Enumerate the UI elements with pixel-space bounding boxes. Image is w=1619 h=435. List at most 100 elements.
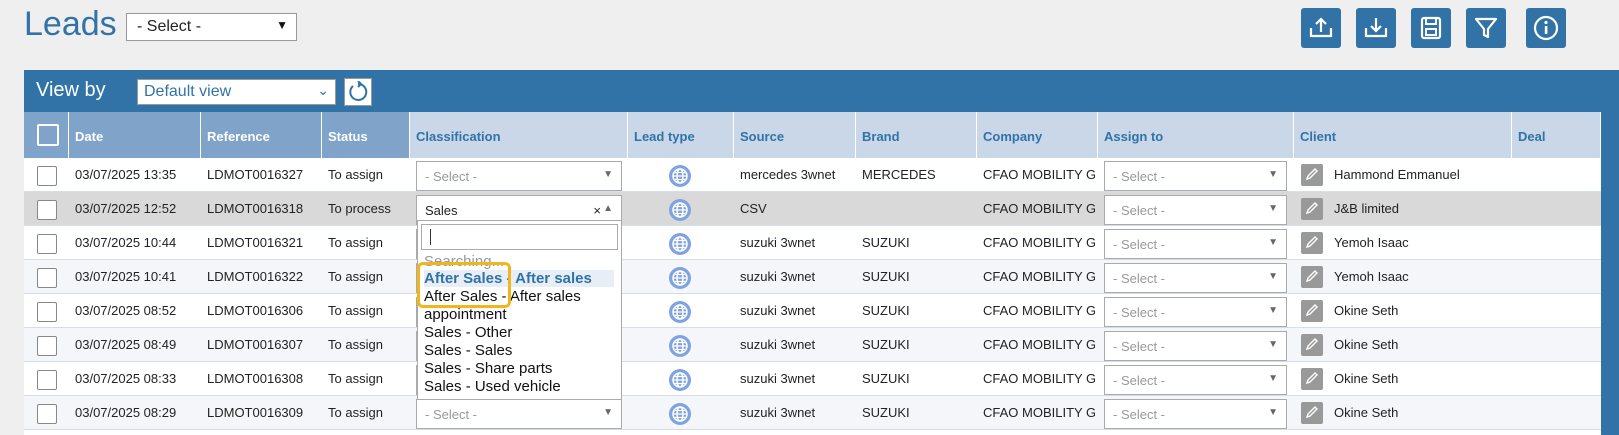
edit-client-button[interactable] bbox=[1301, 232, 1323, 254]
row-checkbox[interactable] bbox=[37, 404, 57, 424]
table-row[interactable]: 03/07/2025 08:33 LDMOT0016308 To assign ▼ su… bbox=[24, 362, 1601, 396]
edit-client-button[interactable] bbox=[1301, 266, 1323, 288]
dropdown-option[interactable]: Sales - Other bbox=[424, 324, 512, 341]
assign-to-select[interactable]: - Select - ▼ bbox=[1104, 399, 1287, 429]
assign-to-select[interactable]: - Select - ▼ bbox=[1104, 263, 1287, 293]
table-scrollbar[interactable] bbox=[1603, 112, 1619, 435]
classification-value: Sales bbox=[425, 203, 458, 218]
table-row[interactable]: 03/07/2025 08:29 LDMOT0016309 To assign - S… bbox=[24, 396, 1601, 430]
pencil-icon bbox=[1305, 337, 1319, 354]
select-all-header[interactable] bbox=[24, 112, 69, 158]
refresh-view-button[interactable] bbox=[344, 78, 372, 106]
assign-to-select[interactable]: - Select - ▼ bbox=[1104, 297, 1287, 327]
table-row[interactable]: 03/07/2025 12:52 LDMOT0016318 To process Sa… bbox=[24, 192, 1601, 226]
globe-icon[interactable] bbox=[668, 198, 692, 222]
globe-icon[interactable] bbox=[668, 402, 692, 426]
col-date[interactable]: Date bbox=[69, 112, 201, 158]
classification-select[interactable]: - Select - ▼ bbox=[416, 161, 622, 191]
globe-icon[interactable] bbox=[668, 368, 692, 392]
view-by-label: View by bbox=[36, 79, 106, 101]
upload-button[interactable] bbox=[1301, 8, 1341, 48]
globe-icon[interactable] bbox=[668, 164, 692, 188]
assign-to-select[interactable]: - Select - ▼ bbox=[1104, 161, 1287, 191]
assign-to-value: - Select - bbox=[1113, 237, 1166, 252]
classification-value: - Select - bbox=[425, 169, 478, 184]
caret-down-icon: ▼ bbox=[1268, 203, 1278, 214]
dropdown-option-continuation[interactable]: appointment bbox=[424, 306, 507, 323]
assign-to-select[interactable]: - Select - ▼ bbox=[1104, 331, 1287, 361]
col-lead-type[interactable]: Lead type bbox=[628, 112, 734, 158]
cell-reference[interactable]: LDMOT0016327 bbox=[201, 158, 322, 192]
cell-company: CFAO MOBILITY GI bbox=[983, 303, 1095, 318]
table-row[interactable]: 03/07/2025 10:41 LDMOT0016322 To assign ▼ su… bbox=[24, 260, 1601, 294]
classification-dropdown: Searching... After Sales - After sales A… bbox=[417, 220, 622, 400]
leads-table: Date Reference Status Classification Lea… bbox=[24, 112, 1601, 435]
cell-source: suzuki 3wnet bbox=[740, 303, 816, 318]
assign-to-select[interactable]: - Select - ▼ bbox=[1104, 365, 1287, 395]
row-checkbox[interactable] bbox=[37, 336, 57, 356]
edit-client-button[interactable] bbox=[1301, 368, 1323, 390]
info-button[interactable] bbox=[1526, 8, 1566, 48]
globe-icon[interactable] bbox=[668, 334, 692, 358]
col-assign-to[interactable]: Assign to bbox=[1098, 112, 1294, 158]
row-checkbox[interactable] bbox=[37, 268, 57, 288]
dropdown-option[interactable]: Sales - Used vehicle bbox=[424, 378, 561, 395]
col-classification[interactable]: Classification bbox=[410, 112, 628, 158]
row-checkbox[interactable] bbox=[37, 370, 57, 390]
cell-date: 03/07/2025 10:44 bbox=[75, 235, 177, 250]
row-checkbox[interactable] bbox=[37, 234, 57, 254]
assign-to-value: - Select - bbox=[1113, 407, 1166, 422]
globe-icon[interactable] bbox=[668, 300, 692, 324]
classification-search-input[interactable] bbox=[421, 224, 618, 250]
cell-reference[interactable]: LDMOT0016309 bbox=[201, 396, 322, 430]
col-brand[interactable]: Brand bbox=[856, 112, 977, 158]
table-row[interactable]: 03/07/2025 08:49 LDMOT0016307 To assign ▼ su… bbox=[24, 328, 1601, 362]
globe-icon[interactable] bbox=[668, 266, 692, 290]
col-status[interactable]: Status bbox=[322, 112, 410, 158]
lead-filter-select[interactable]: - Select - ▼ bbox=[126, 13, 297, 41]
col-reference[interactable]: Reference bbox=[201, 112, 322, 158]
clear-icon[interactable]: × bbox=[593, 203, 601, 218]
col-company[interactable]: Company bbox=[977, 112, 1098, 158]
col-client[interactable]: Client bbox=[1294, 112, 1512, 158]
table-row[interactable]: 03/07/2025 10:44 LDMOT0016321 To assign ▼ su… bbox=[24, 226, 1601, 260]
cell-client: Okine Seth bbox=[1334, 337, 1399, 352]
col-deal[interactable]: Deal bbox=[1512, 112, 1601, 158]
assign-to-select[interactable]: - Select - ▼ bbox=[1104, 195, 1287, 225]
assign-to-select[interactable]: - Select - ▼ bbox=[1104, 229, 1287, 259]
classification-select[interactable]: - Select - ▼ bbox=[416, 399, 622, 429]
save-button[interactable] bbox=[1411, 8, 1451, 48]
row-checkbox[interactable] bbox=[37, 200, 57, 220]
edit-client-button[interactable] bbox=[1301, 402, 1323, 424]
cell-brand: SUZUKI bbox=[862, 405, 910, 420]
edit-client-button[interactable] bbox=[1301, 300, 1323, 322]
filter-button[interactable] bbox=[1466, 8, 1506, 48]
pencil-icon bbox=[1305, 371, 1319, 388]
cell-reference[interactable]: LDMOT0016322 bbox=[201, 260, 322, 294]
cell-reference[interactable]: LDMOT0016321 bbox=[201, 226, 322, 260]
select-all-checkbox[interactable] bbox=[37, 124, 59, 146]
save-icon bbox=[1420, 16, 1442, 40]
caret-down-icon: ▼ bbox=[1268, 305, 1278, 316]
globe-icon[interactable] bbox=[668, 232, 692, 256]
dropdown-option[interactable]: Sales - Share parts bbox=[424, 360, 552, 377]
leads-panel: View by Default view ⌄ Date Reference St… bbox=[24, 70, 1619, 435]
cell-reference[interactable]: LDMOT0016308 bbox=[201, 362, 322, 396]
cell-source: suzuki 3wnet bbox=[740, 235, 816, 250]
table-row[interactable]: 03/07/2025 13:35 LDMOT0016327 To assign - S… bbox=[24, 158, 1601, 192]
edit-client-button[interactable] bbox=[1301, 164, 1323, 186]
cell-reference[interactable]: LDMOT0016306 bbox=[201, 294, 322, 328]
dropdown-option[interactable]: Sales - Sales bbox=[424, 342, 512, 359]
cell-brand: SUZUKI bbox=[862, 269, 910, 284]
row-checkbox[interactable] bbox=[37, 166, 57, 186]
pencil-icon bbox=[1305, 303, 1319, 320]
row-checkbox[interactable] bbox=[37, 302, 57, 322]
edit-client-button[interactable] bbox=[1301, 334, 1323, 356]
view-by-select[interactable]: Default view ⌄ bbox=[137, 79, 336, 105]
download-button[interactable] bbox=[1356, 8, 1396, 48]
cell-reference[interactable]: LDMOT0016307 bbox=[201, 328, 322, 362]
cell-reference[interactable]: LDMOT0016318 bbox=[201, 192, 322, 226]
table-row[interactable]: 03/07/2025 08:52 LDMOT0016306 To assign ▼ su… bbox=[24, 294, 1601, 328]
edit-client-button[interactable] bbox=[1301, 198, 1323, 220]
col-source[interactable]: Source bbox=[734, 112, 856, 158]
